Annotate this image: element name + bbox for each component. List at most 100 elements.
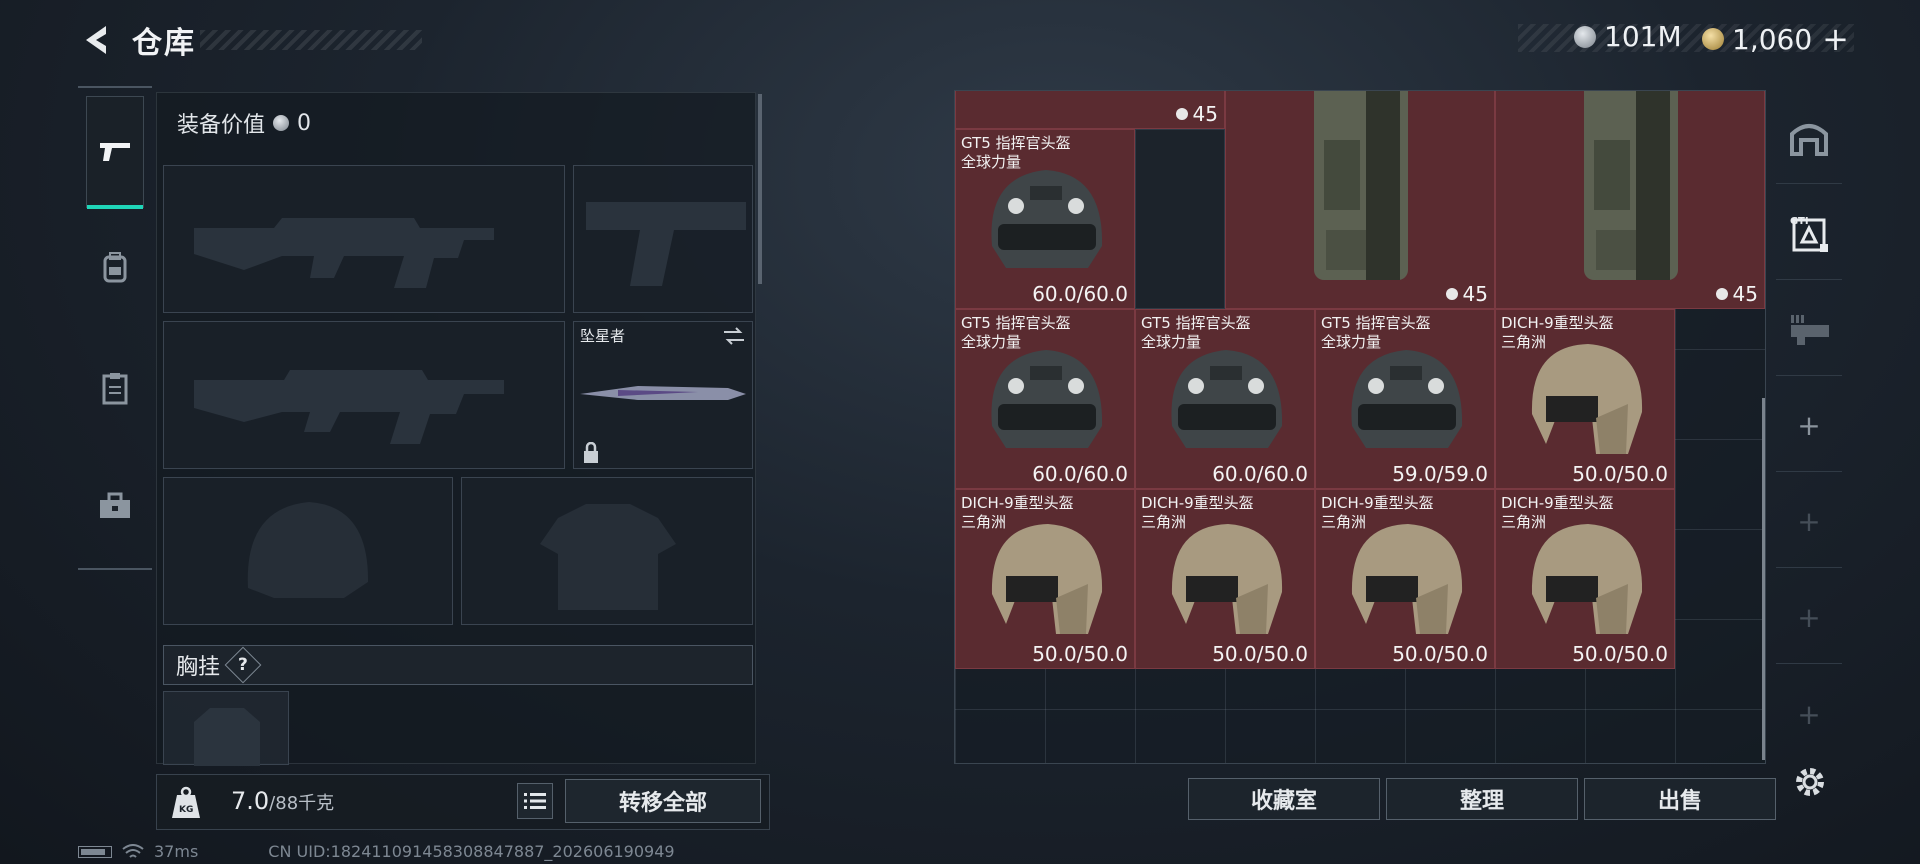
organize-button[interactable]: 整理 <box>1386 778 1578 820</box>
sell-button[interactable]: 出售 <box>1584 778 1776 820</box>
item-name: GT5 指挥官头盔 <box>1141 314 1251 332</box>
silver-amount: 101M <box>1604 20 1682 53</box>
chest-rig-label: 胸挂 <box>176 655 221 680</box>
tab-backpack[interactable] <box>86 212 144 324</box>
inventory-item-helmet[interactable]: DICH-9重型头盔 三角洲 50.0/50.0 <box>1495 309 1675 489</box>
back-arrow-icon[interactable] <box>78 20 114 60</box>
add-storage-button[interactable]: + <box>1776 476 1842 568</box>
secondary-weapon-slot[interactable] <box>163 321 565 469</box>
backpack-icon <box>103 252 127 283</box>
tab-gti-storage[interactable]: GTI <box>1776 188 1842 280</box>
primary-weapon-slot[interactable] <box>163 165 565 313</box>
collection-room-button[interactable]: 收藏室 <box>1188 778 1380 820</box>
svg-text:KG: KG <box>179 805 193 815</box>
item-durability: 60.0/60.0 <box>1212 462 1308 486</box>
transfer-all-button[interactable]: 转移全部 <box>565 779 761 823</box>
dich-helmet-icon <box>1531 344 1643 454</box>
helmet-slot[interactable] <box>163 477 453 625</box>
chest-rig-slot[interactable] <box>163 691 289 766</box>
melee-name: 坠星者 <box>580 327 626 345</box>
settings-gear-icon[interactable] <box>1792 764 1828 800</box>
inventory-item-helmet[interactable]: DICH-9重型头盔 三角洲 50.0/50.0 <box>1495 489 1675 669</box>
rifle-silhouette-icon <box>194 370 504 444</box>
inventory-item-helmet[interactable]: DICH-9重型头盔 三角洲 50.0/50.0 <box>1315 489 1495 669</box>
item-count: 45 <box>1175 102 1218 126</box>
weight-max: /88千克 <box>269 793 335 814</box>
item-count: 45 <box>1715 282 1758 306</box>
item-durability: 50.0/50.0 <box>1392 642 1488 666</box>
dich-helmet-icon <box>1351 524 1463 634</box>
storage-tabs: GTI + + + + <box>1776 92 1842 752</box>
warehouse-inventory: 45 45 45 GT5 指挥官头盔 全球力量 60.0/60.0 GT5 指挥官… <box>954 90 1766 764</box>
backpack-item-icon <box>1584 91 1678 280</box>
loadout-category-tabs <box>78 86 152 570</box>
gold-coin-icon <box>1702 28 1724 50</box>
inventory-scrollbar[interactable] <box>1762 398 1765 760</box>
add-currency-button[interactable]: + <box>1822 20 1849 58</box>
swap-icon[interactable] <box>722 326 746 346</box>
title-stripe <box>200 30 422 50</box>
stack-icon <box>1715 288 1728 300</box>
tab-toolbox[interactable] <box>86 450 144 562</box>
help-button[interactable]: ? <box>224 646 262 684</box>
list-icon <box>524 793 546 809</box>
dich-helmet-icon <box>1531 524 1643 634</box>
add-storage-button[interactable]: + <box>1776 668 1842 760</box>
wifi-icon <box>122 843 144 858</box>
tab-storage-3[interactable] <box>1776 284 1842 376</box>
inventory-item-partial[interactable]: 45 <box>955 91 1225 129</box>
item-durability: 60.0/60.0 <box>1032 462 1128 486</box>
item-count: 45 <box>1445 282 1488 306</box>
list-view-button[interactable] <box>517 783 553 819</box>
chest-rig-header: 胸挂 ? <box>163 645 753 685</box>
inventory-item-helmet[interactable]: DICH-9重型头盔 三角洲 50.0/50.0 <box>1135 489 1315 669</box>
empty-cell[interactable] <box>1135 129 1225 309</box>
item-name: GT5 指挥官头盔 <box>961 134 1071 152</box>
tab-warehouse-main[interactable] <box>1776 92 1842 184</box>
inventory-item-helmet[interactable]: DICH-9重型头盔 三角洲 50.0/50.0 <box>955 489 1135 669</box>
inventory-item-helmet[interactable]: GT5 指挥官头盔 全球力量 60.0/60.0 <box>955 309 1135 489</box>
tab-weapons[interactable] <box>86 96 144 209</box>
svg-text:GTI: GTI <box>1790 216 1809 227</box>
item-name: DICH-9重型头盔 <box>1501 314 1614 332</box>
inventory-item-backpack[interactable]: 45 <box>1495 91 1765 309</box>
inventory-item-helmet[interactable]: GT5 指挥官头盔 全球力量 60.0/60.0 <box>955 129 1135 309</box>
item-durability: 60.0/60.0 <box>1032 282 1128 306</box>
uid-readout: CN UID:182411091458308847887_20260619094… <box>268 842 675 861</box>
inventory-item-helmet[interactable]: GT5 指挥官头盔 全球力量 59.0/59.0 <box>1315 309 1495 489</box>
clipboard-icon <box>102 373 128 405</box>
armor-slot[interactable] <box>461 477 753 625</box>
gt5-helmet-icon <box>991 170 1103 268</box>
item-durability: 50.0/50.0 <box>1032 642 1128 666</box>
status-bar: 37ms CN UID:182411091458308847887_202606… <box>78 842 675 861</box>
item-name: DICH-9重型头盔 <box>961 494 1074 512</box>
sidearm-slot[interactable] <box>573 165 753 313</box>
add-storage-button[interactable]: + <box>1776 572 1842 664</box>
gold-currency[interactable]: 1,060 + <box>1702 20 1849 58</box>
item-durability: 50.0/50.0 <box>1572 462 1668 486</box>
item-durability: 50.0/50.0 <box>1212 642 1308 666</box>
knife-icon <box>580 386 746 400</box>
page-title: 仓库 <box>132 26 196 61</box>
melee-slot[interactable]: 坠星者 <box>573 321 753 469</box>
weight-bar: KG 7.0/88千克 转移全部 <box>156 774 770 830</box>
loadout-scrollbar[interactable] <box>758 94 762 284</box>
tab-chest-rig[interactable] <box>86 332 144 444</box>
toolbox-icon <box>100 492 130 518</box>
item-name: GT5 指挥官头盔 <box>1321 314 1431 332</box>
weapon-case-icon <box>1791 314 1829 345</box>
stack-icon <box>1175 108 1188 120</box>
stack-icon <box>1445 288 1458 300</box>
silver-currency: 101M <box>1574 20 1682 53</box>
item-durability: 59.0/59.0 <box>1392 462 1488 486</box>
armor-silhouette-icon <box>540 504 676 610</box>
backpack-item-icon <box>1314 91 1408 280</box>
inventory-item-helmet[interactable]: GT5 指挥官头盔 全球力量 60.0/60.0 <box>1135 309 1315 489</box>
weight-kg-icon: KG <box>172 786 200 818</box>
add-storage-button[interactable]: + <box>1776 380 1842 472</box>
helmet-silhouette-icon <box>247 502 369 598</box>
gti-storage-icon: GTI <box>1790 216 1828 252</box>
weight-current: 7.0 <box>231 787 270 815</box>
inventory-item-backpack[interactable]: 45 <box>1225 91 1495 309</box>
equip-value-amount: 0 <box>297 110 312 136</box>
